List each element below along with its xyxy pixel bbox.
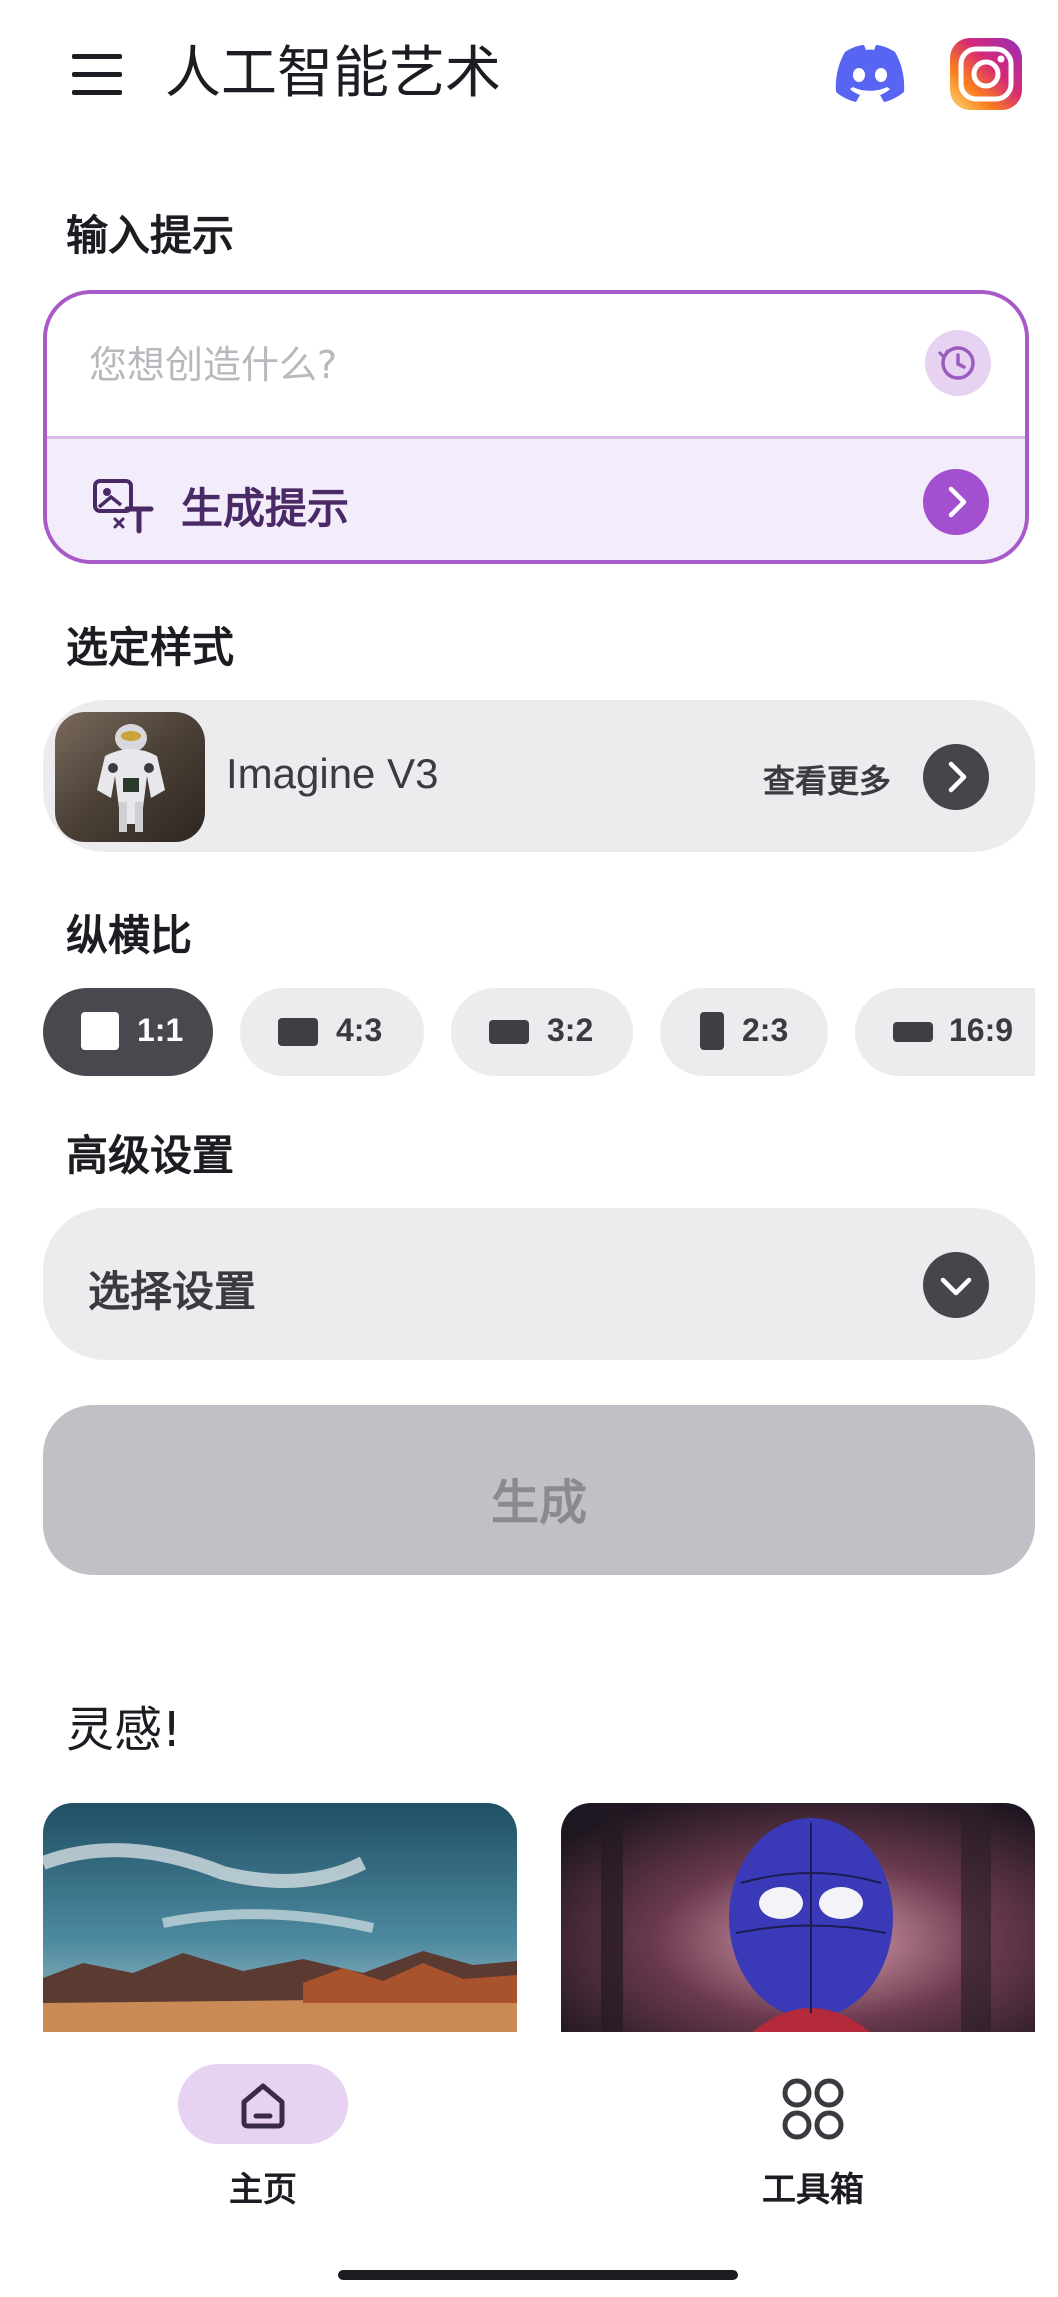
home-icon bbox=[241, 2083, 285, 2129]
inspiration-title: 灵感! bbox=[66, 1702, 182, 1758]
prompt-input[interactable]: 您想创造什么? bbox=[47, 294, 1025, 439]
bottom-nav: 主页 工具箱 bbox=[0, 2032, 1058, 2297]
aspect-chip-3-2[interactable]: 3:2 bbox=[451, 988, 633, 1076]
inspiration-card[interactable] bbox=[561, 1803, 1035, 2033]
nav-item-home[interactable] bbox=[178, 2064, 348, 2144]
generate-prompt-row[interactable]: 生成提示 bbox=[47, 439, 1025, 560]
prompt-section-label: 输入提示 bbox=[66, 211, 235, 260]
nav-label-home[interactable]: 主页 bbox=[229, 2162, 297, 2211]
style-name: Imagine V3 bbox=[226, 750, 439, 797]
advanced-settings-select[interactable]: 选择设置 bbox=[43, 1208, 1035, 1360]
landscape-icon bbox=[278, 1018, 318, 1046]
generate-prompt-label: 生成提示 bbox=[181, 484, 350, 533]
see-more-button[interactable] bbox=[923, 744, 989, 810]
style-section-label: 选定样式 bbox=[66, 623, 235, 672]
aspect-chip-label: 3:2 bbox=[547, 1012, 594, 1048]
text-magic-icon bbox=[91, 475, 155, 535]
generate-button-label: 生成 bbox=[490, 1475, 587, 1531]
style-selector[interactable]: Imagine V3 查看更多 bbox=[43, 700, 1035, 852]
aspect-chip-16-9[interactable]: 16:9 bbox=[855, 988, 1035, 1076]
app-title: 人工智能艺术 bbox=[165, 41, 501, 106]
landscape-icon bbox=[489, 1020, 529, 1044]
home-indicator bbox=[338, 2270, 738, 2280]
chevron-right-icon bbox=[948, 486, 967, 518]
chevron-right-icon bbox=[948, 761, 967, 793]
history-button[interactable] bbox=[925, 330, 991, 396]
nav-label-toolbox[interactable]: 工具箱 bbox=[762, 2162, 864, 2211]
aspect-chip-label: 4:3 bbox=[336, 1012, 383, 1048]
aspect-chip-label: 2:3 bbox=[742, 1012, 789, 1048]
inspiration-card[interactable] bbox=[43, 1803, 517, 2033]
chevron-down-icon bbox=[923, 1252, 989, 1318]
portrait-icon bbox=[700, 1012, 724, 1050]
prompt-placeholder: 您想创造什么? bbox=[89, 343, 338, 387]
see-more-link[interactable]: 查看更多 bbox=[763, 756, 891, 802]
toolbox-icon[interactable] bbox=[780, 2076, 846, 2142]
aspect-chip-1-1[interactable]: 1:1 bbox=[43, 988, 213, 1076]
instagram-icon[interactable] bbox=[948, 36, 1024, 112]
discord-icon[interactable] bbox=[832, 40, 908, 110]
menu-icon[interactable] bbox=[70, 50, 126, 98]
widescreen-icon bbox=[893, 1022, 933, 1042]
aspect-section-label: 纵横比 bbox=[66, 911, 193, 960]
style-thumbnail bbox=[55, 712, 205, 842]
history-icon bbox=[937, 346, 975, 380]
advanced-select-label: 选择设置 bbox=[88, 1267, 257, 1316]
prompt-box: 您想创造什么? 生成提示 bbox=[43, 290, 1029, 564]
aspect-chip-label: 1:1 bbox=[137, 1012, 184, 1048]
aspect-chip-4-3[interactable]: 4:3 bbox=[240, 988, 424, 1076]
generate-button[interactable]: 生成 bbox=[43, 1405, 1035, 1575]
advanced-section-label: 高级设置 bbox=[66, 1131, 235, 1180]
generate-prompt-button[interactable] bbox=[923, 469, 989, 535]
aspect-chip-label: 16:9 bbox=[949, 1012, 1014, 1048]
aspect-chip-2-3[interactable]: 2:3 bbox=[660, 988, 828, 1076]
square-icon bbox=[81, 1012, 119, 1050]
